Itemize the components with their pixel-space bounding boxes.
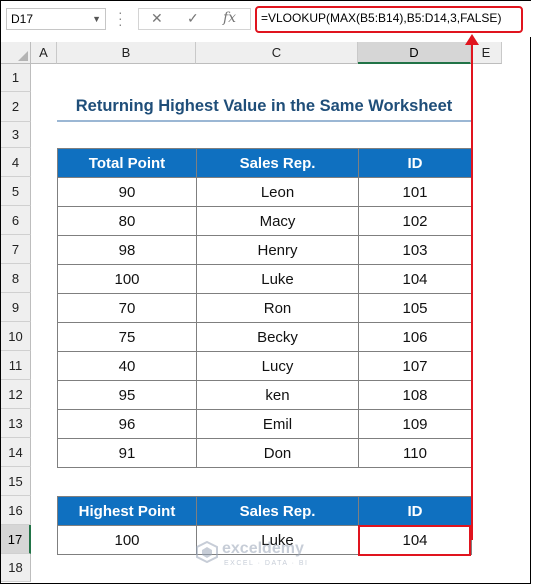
- id-cell[interactable]: 110: [358, 438, 472, 468]
- row-header-9[interactable]: 9: [1, 293, 31, 322]
- row-header-3[interactable]: 3: [1, 122, 31, 148]
- cancel-icon[interactable]: ✕: [151, 10, 163, 27]
- id-cell[interactable]: 101: [358, 177, 472, 207]
- sales-rep-cell[interactable]: Macy: [196, 206, 359, 236]
- total-point-cell[interactable]: 91: [57, 438, 197, 468]
- id-cell[interactable]: 102: [358, 206, 472, 236]
- exceldemy-logo-icon: [196, 541, 218, 563]
- annotation-arrowhead: [465, 34, 479, 45]
- watermark-name: exceldemy: [222, 540, 304, 557]
- id-cell[interactable]: 106: [358, 322, 472, 352]
- row-header-10[interactable]: 10: [1, 322, 31, 351]
- insert-function-icon[interactable]: fx: [223, 10, 236, 26]
- sales-rep-cell[interactable]: Becky: [196, 322, 359, 352]
- id-cell[interactable]: 108: [358, 380, 472, 410]
- sales-rep-cell[interactable]: Henry: [196, 235, 359, 265]
- sales-rep-cell[interactable]: ken: [196, 380, 359, 410]
- table-row: 70 Ron 105: [57, 293, 472, 323]
- sales-rep-cell[interactable]: Leon: [196, 177, 359, 207]
- row-header-11[interactable]: 11: [1, 351, 31, 380]
- table-row: 95 ken 108: [57, 380, 472, 410]
- row-header-4[interactable]: 4: [1, 148, 31, 177]
- column-header-d[interactable]: D: [358, 42, 471, 64]
- sales-rep-cell[interactable]: Don: [196, 438, 359, 468]
- table-row: 98 Henry 103: [57, 235, 472, 265]
- row-header-14[interactable]: 14: [1, 438, 31, 467]
- header-sales-rep[interactable]: Sales Rep.: [196, 496, 359, 526]
- row-header-15[interactable]: 15: [1, 467, 31, 496]
- total-point-cell[interactable]: 100: [57, 264, 197, 294]
- formula-bar: D17 ▼ · · · ✕ ✓ fx =VLOOKUP(MAX(B5:B14),B5…: [1, 1, 531, 37]
- header-total-point[interactable]: Total Point: [57, 148, 197, 178]
- column-header-c[interactable]: C: [196, 42, 358, 64]
- total-point-cell[interactable]: 70: [57, 293, 197, 323]
- annotation-arrow-line: [471, 38, 473, 540]
- id-cell[interactable]: 109: [358, 409, 472, 439]
- table-row: 80 Macy 102: [57, 206, 472, 236]
- row-header-13[interactable]: 13: [1, 409, 31, 438]
- title-underline: [57, 120, 471, 122]
- total-point-cell[interactable]: 90: [57, 177, 197, 207]
- name-box-value: D17: [11, 12, 34, 26]
- total-point-cell[interactable]: 98: [57, 235, 197, 265]
- row-header-12[interactable]: 12: [1, 380, 31, 409]
- total-point-cell[interactable]: 96: [57, 409, 197, 439]
- id-cell[interactable]: 107: [358, 351, 472, 381]
- row-header-16[interactable]: 16: [1, 496, 31, 525]
- chevron-down-icon[interactable]: ▼: [92, 9, 101, 29]
- id-cell[interactable]: 105: [358, 293, 472, 323]
- sales-table: Total Point Sales Rep. ID 90 Leon 101 80 Mac…: [57, 148, 472, 468]
- header-id[interactable]: ID: [358, 148, 472, 178]
- total-point-cell[interactable]: 40: [57, 351, 197, 381]
- selected-cell-highlight: [358, 525, 471, 556]
- row-header-6[interactable]: 6: [1, 206, 31, 235]
- sales-rep-cell[interactable]: Emil: [196, 409, 359, 439]
- more-options-icon[interactable]: · · ·: [118, 5, 126, 31]
- enter-icon[interactable]: ✓: [187, 10, 199, 27]
- select-all-corner[interactable]: [1, 42, 31, 64]
- sales-rep-cell[interactable]: Luke: [196, 264, 359, 294]
- header-sales-rep[interactable]: Sales Rep.: [196, 148, 359, 178]
- total-point-cell[interactable]: 75: [57, 322, 197, 352]
- table-row: 91 Don 110: [57, 438, 472, 468]
- header-highest-point[interactable]: Highest Point: [57, 496, 197, 526]
- table-row: 96 Emil 109: [57, 409, 472, 439]
- id-cell[interactable]: 103: [358, 235, 472, 265]
- id-cell[interactable]: 104: [358, 264, 472, 294]
- sales-rep-cell[interactable]: Lucy: [196, 351, 359, 381]
- watermark-logo: exceldemy EXCEL · DATA · BI: [196, 538, 346, 574]
- column-header-e[interactable]: E: [471, 42, 502, 64]
- row-header-2[interactable]: 2: [1, 92, 31, 122]
- column-header-a[interactable]: A: [31, 42, 57, 64]
- table-row: 90 Leon 101: [57, 177, 472, 207]
- formula-input[interactable]: =VLOOKUP(MAX(B5:B14),B5:D14,3,FALSE): [255, 6, 523, 33]
- row-header-5[interactable]: 5: [1, 177, 31, 206]
- row-header-8[interactable]: 8: [1, 264, 31, 293]
- table-row: 100 Luke 104: [57, 264, 472, 294]
- column-header-b[interactable]: B: [57, 42, 196, 64]
- total-point-cell[interactable]: 80: [57, 206, 197, 236]
- formula-buttons: ✕ ✓ fx: [138, 8, 251, 30]
- row-header-17[interactable]: 17: [1, 525, 31, 554]
- total-point-cell[interactable]: 95: [57, 380, 197, 410]
- result-highest-point[interactable]: 100: [57, 525, 197, 555]
- row-header-18[interactable]: 18: [1, 554, 31, 582]
- name-box[interactable]: D17 ▼: [6, 8, 106, 30]
- watermark-tagline: EXCEL · DATA · BI: [224, 560, 309, 567]
- row-header-1[interactable]: 1: [1, 64, 31, 92]
- row-header-7[interactable]: 7: [1, 235, 31, 264]
- table-row: 40 Lucy 107: [57, 351, 472, 381]
- table-row: 75 Becky 106: [57, 322, 472, 352]
- page-title: Returning Highest Value in the Same Work…: [75, 97, 453, 115]
- header-id[interactable]: ID: [358, 496, 472, 526]
- sales-rep-cell[interactable]: Ron: [196, 293, 359, 323]
